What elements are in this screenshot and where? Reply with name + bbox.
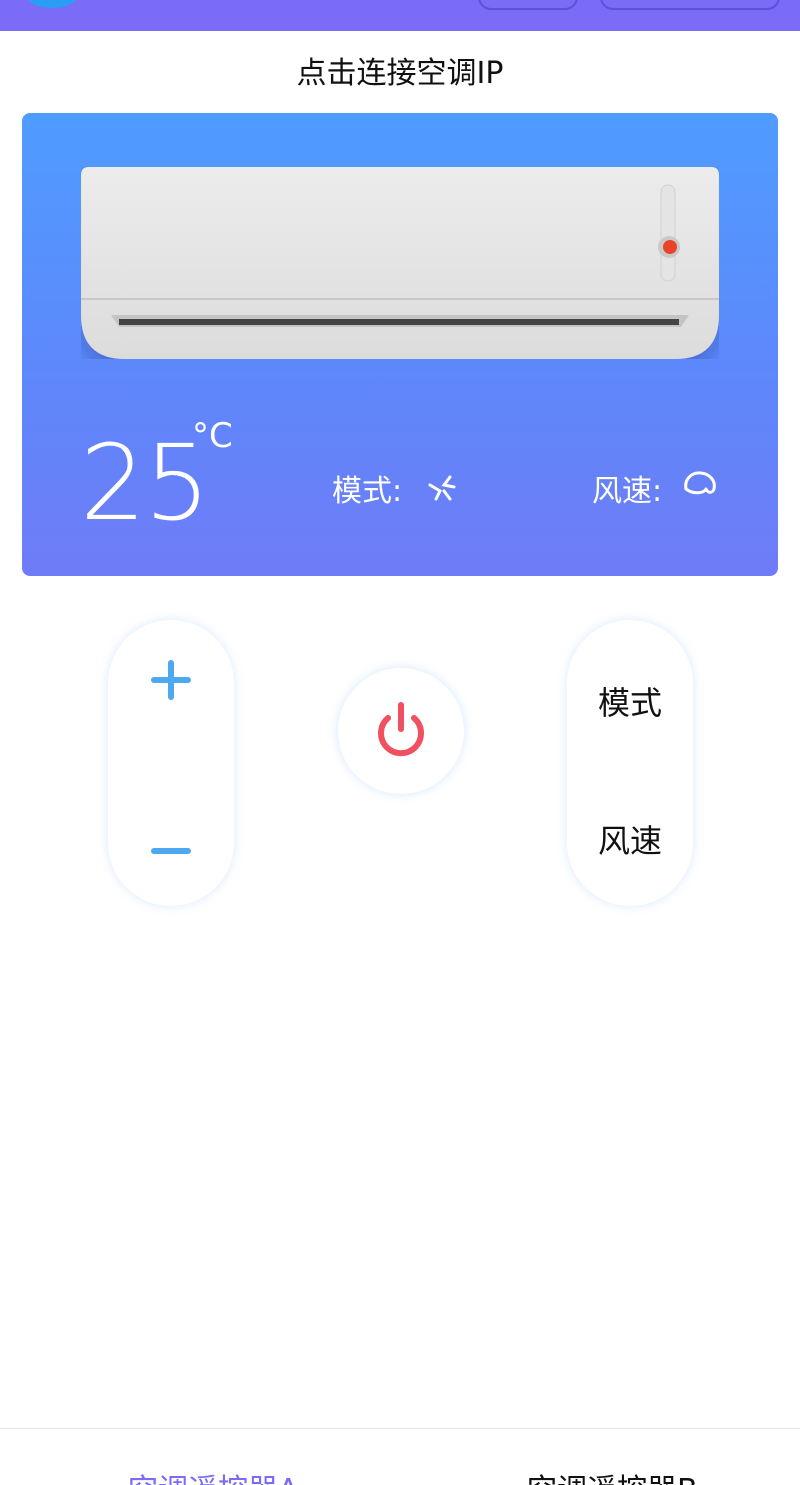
fan-icon (428, 475, 456, 501)
wind-speed-button[interactable]: 风速 (567, 816, 693, 862)
ac-status-card: 25 °C 模式: 风速: (22, 113, 778, 576)
temperature-unit: °C (192, 416, 233, 456)
tab-remote-a[interactable]: 空调遥控器A (128, 1465, 299, 1485)
temperature-value: 25 (80, 422, 210, 544)
mode-wind-control: 模式 风速 (567, 620, 693, 906)
power-icon (378, 702, 424, 757)
top-bar (0, 0, 800, 31)
bottom-tab-bar: 空调遥控器A 空调遥控器B (0, 1428, 800, 1485)
connect-ip-button[interactable]: 点击连接空调IP (0, 48, 800, 92)
avatar[interactable] (26, 0, 78, 8)
tab-remote-b[interactable]: 空调遥控器B (527, 1465, 698, 1485)
mode-button[interactable]: 模式 (567, 678, 693, 724)
plus-icon[interactable] (151, 660, 191, 700)
air-conditioner-illustration (81, 167, 719, 359)
wind-icon (684, 471, 716, 495)
top-button[interactable] (600, 0, 780, 10)
temperature-control (108, 620, 234, 906)
minus-icon[interactable] (151, 848, 191, 854)
wind-speed-label: 风速: (592, 474, 663, 509)
top-button[interactable] (478, 0, 578, 10)
power-button[interactable] (338, 668, 464, 794)
mode-label: 模式: (332, 474, 403, 509)
